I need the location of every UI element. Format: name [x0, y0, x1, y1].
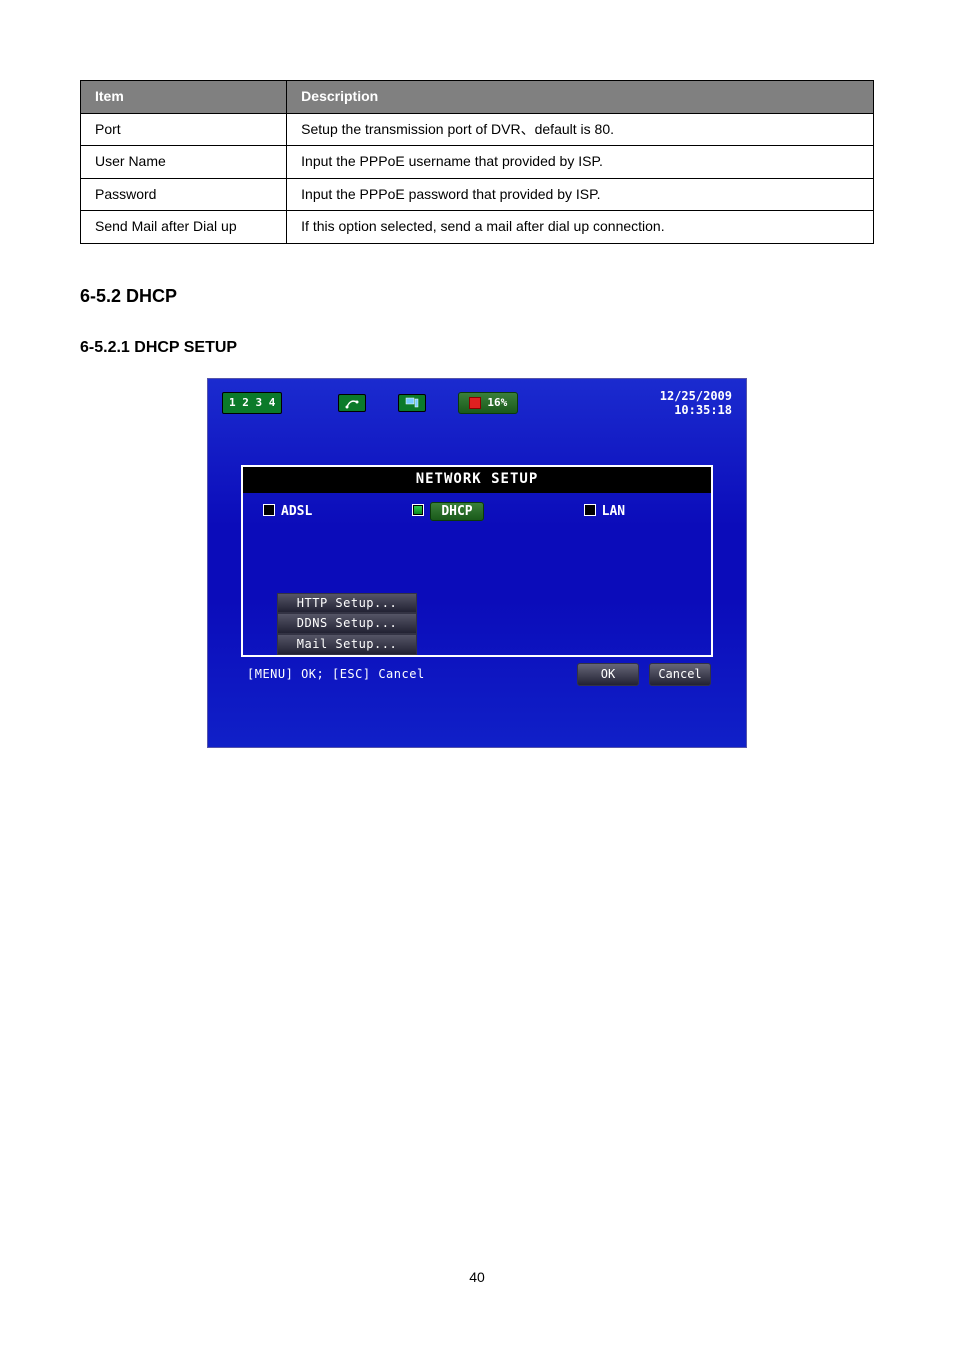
- option-lan[interactable]: LAN: [584, 503, 625, 521]
- table-row: User Name Input the PPPoE username that …: [81, 146, 874, 179]
- mail-setup-button[interactable]: Mail Setup...: [277, 634, 417, 655]
- table-row: Send Mail after Dial up If this option s…: [81, 211, 874, 244]
- page-number: 40: [80, 1268, 874, 1288]
- date-display: 12/25/2009: [660, 389, 732, 403]
- channels-badge: 1 2 3 4: [222, 392, 282, 413]
- ok-button[interactable]: OK: [577, 663, 639, 686]
- hdd-usage-badge: 16%: [458, 392, 518, 413]
- checkbox-icon: [584, 504, 596, 516]
- option-adsl[interactable]: ADSL: [263, 503, 312, 521]
- status-bar: 1 2 3 4 16% 12/25/2009 10:35:18: [208, 379, 746, 418]
- time-display: 10:35:18: [660, 403, 732, 417]
- th-description: Description: [287, 81, 874, 114]
- settings-table: Item Description Port Setup the transmis…: [80, 80, 874, 244]
- cancel-button[interactable]: Cancel: [649, 663, 711, 686]
- monitor-icon: [398, 394, 426, 412]
- key-hint: [MENU] OK; [ESC] Cancel: [243, 666, 567, 683]
- http-setup-button[interactable]: HTTP Setup...: [277, 593, 417, 614]
- option-dhcp[interactable]: DHCP: [412, 503, 483, 521]
- section-number: 6-5.2 DHCP: [80, 284, 874, 309]
- dvr-screenshot: 1 2 3 4 16% 12/25/2009 10:35:18: [207, 378, 747, 748]
- th-item: Item: [81, 81, 287, 114]
- panel-title: NETWORK SETUP: [241, 465, 713, 493]
- table-row: Password Input the PPPoE password that p…: [81, 178, 874, 211]
- ddns-setup-button[interactable]: DDNS Setup...: [277, 613, 417, 634]
- record-icon: [469, 397, 481, 409]
- checkbox-icon: [412, 504, 424, 516]
- network-icon: [338, 394, 366, 412]
- table-row: Port Setup the transmission port of DVR、…: [81, 113, 874, 146]
- checkbox-icon: [263, 504, 275, 516]
- section-subheading: 6-5.2.1 DHCP SETUP: [80, 337, 874, 359]
